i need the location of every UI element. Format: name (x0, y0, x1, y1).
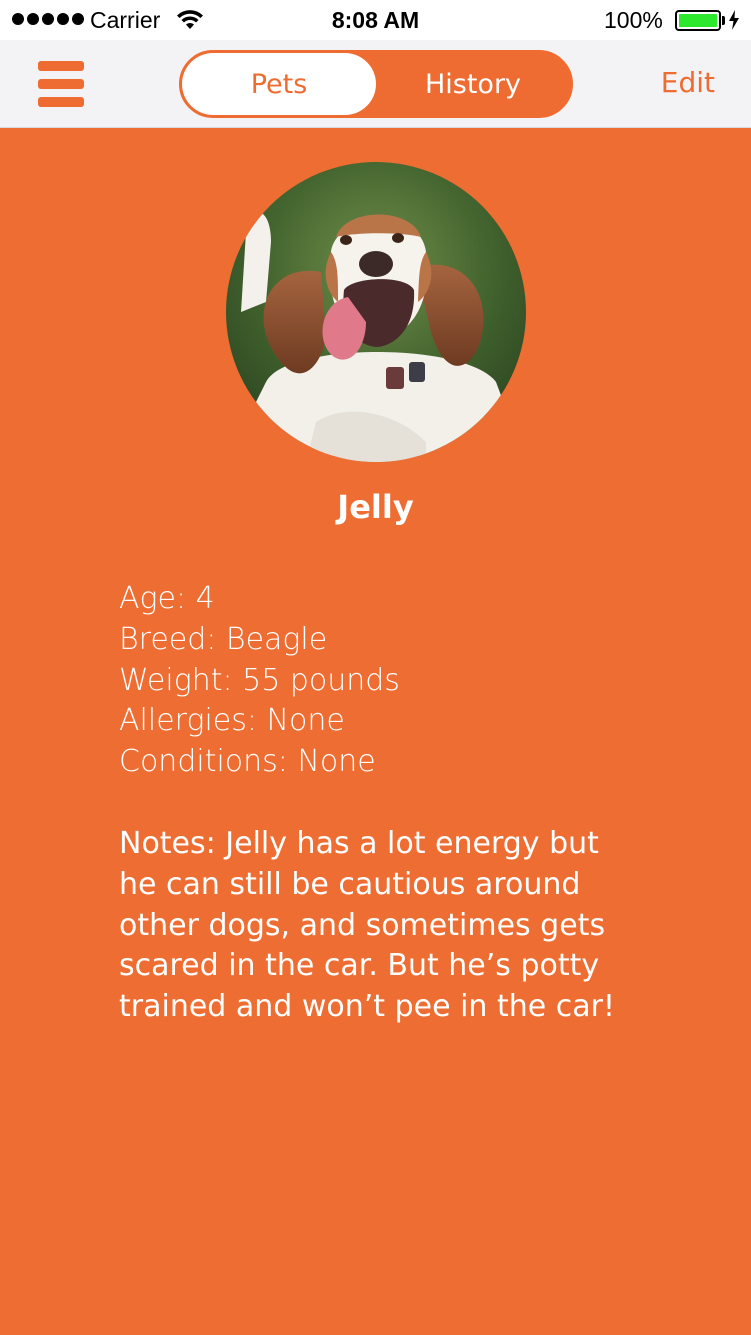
dog-photo-icon (226, 162, 526, 462)
pet-allergies: Allergies: None (119, 703, 345, 739)
tab-history[interactable]: History (376, 53, 570, 115)
navigation-bar: Pets History Edit (0, 40, 751, 128)
pet-profile-screen: Carrier 8:08 AM 100% Pets History Edit J… (0, 0, 751, 1335)
battery-icon (675, 10, 721, 31)
pet-details: Age: 4 Breed: Beagle Weight: 55 pounds A… (119, 579, 639, 783)
pet-name: Jelly (337, 488, 414, 526)
notes-line: he can still be cautious around (119, 866, 581, 902)
pet-profile-content: Jelly Age: 4 Breed: Beagle Weight: 55 po… (0, 128, 751, 1335)
battery-nub (722, 16, 725, 25)
pet-age: Age: 4 (119, 581, 215, 616)
hamburger-menu-icon[interactable] (38, 61, 84, 107)
pet-weight: Weight: 55 pounds (119, 662, 400, 698)
notes-line: other dogs, and sometimes gets (119, 907, 606, 943)
pet-conditions: Conditions: None (119, 744, 376, 780)
edit-button[interactable]: Edit (661, 66, 715, 99)
pet-notes: Notes: Jelly has a lot energy but he can… (119, 824, 639, 1028)
notes-line: trained and won’t pee in the car! (119, 989, 615, 1025)
notes-line: scared in the car. But he’s potty (119, 948, 600, 984)
pets-history-segmented-control: Pets History (179, 50, 573, 118)
status-bar: Carrier 8:08 AM 100% (0, 0, 751, 40)
notes-line: Notes: Jelly has a lot energy but (119, 826, 599, 861)
charging-bolt-icon (729, 10, 739, 30)
battery-percentage: 100% (604, 7, 663, 33)
tab-pets[interactable]: Pets (182, 53, 376, 115)
pet-breed: Breed: Beagle (119, 621, 328, 657)
